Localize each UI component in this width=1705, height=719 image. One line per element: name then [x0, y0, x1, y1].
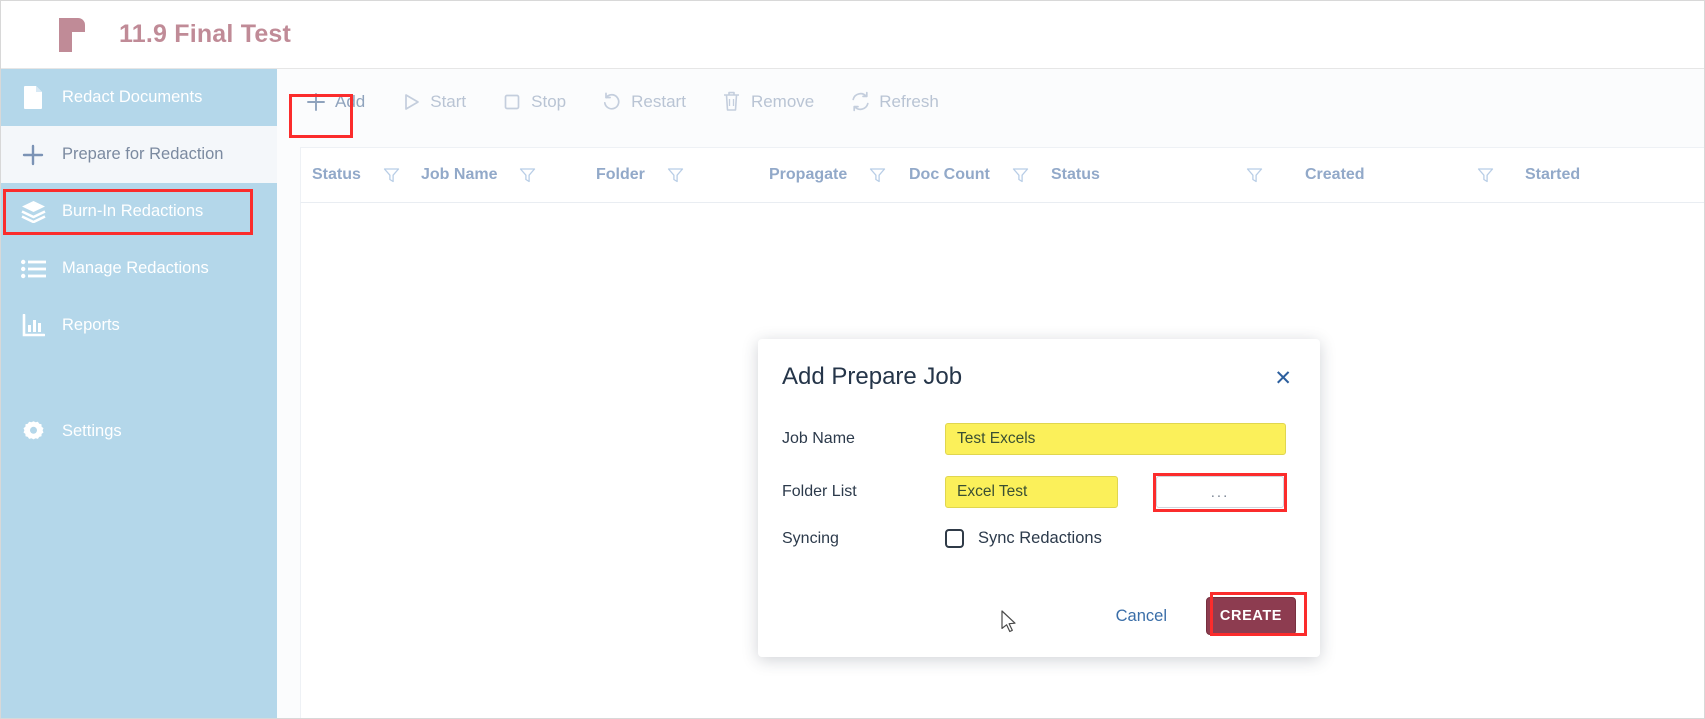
refresh-icon	[848, 91, 872, 113]
column-header-started[interactable]: Started	[1525, 147, 1645, 203]
sync-redactions-checkbox[interactable]	[945, 529, 964, 548]
sidebar-item-redact-documents[interactable]: Redact Documents	[1, 69, 277, 126]
syncing-row: Syncing Sync Redactions	[782, 529, 1296, 548]
job-name-row: Job Name	[782, 423, 1296, 455]
funnel-icon[interactable]	[519, 167, 536, 184]
folder-list-input[interactable]	[945, 476, 1118, 508]
toolbar: Add Start Stop Restart Remove Refresh	[277, 69, 1704, 134]
square-icon	[500, 91, 524, 113]
list-icon	[16, 256, 50, 282]
column-header-created[interactable]: Created	[1305, 147, 1525, 203]
funnel-icon[interactable]	[1477, 167, 1494, 184]
table-header-row: Status Job Name Folder Propagate Doc Cou…	[300, 147, 1704, 203]
job-name-input[interactable]	[945, 423, 1286, 455]
column-header-label: Created	[1305, 166, 1365, 183]
syncing-label: Syncing	[782, 529, 839, 547]
column-header-label: Propagate	[769, 166, 848, 183]
page-title: 11.9 Final Test	[119, 20, 292, 48]
document-icon	[16, 85, 50, 111]
remove-button[interactable]: Remove	[716, 83, 818, 121]
column-header-label: Status	[1051, 166, 1100, 183]
cancel-button[interactable]: Cancel	[1110, 606, 1173, 627]
folder-list-label: Folder List	[782, 483, 857, 500]
refresh-button-label: Refresh	[879, 91, 939, 111]
column-header-label: Status	[312, 166, 361, 183]
add-prepare-job-dialog: Add Prepare Job ✕ Job Name Folder List .…	[758, 339, 1320, 657]
folder-list-row: Folder List ...	[782, 476, 1296, 508]
stop-button[interactable]: Stop	[496, 83, 570, 121]
restart-button[interactable]: Restart	[596, 83, 690, 121]
funnel-icon[interactable]	[667, 167, 684, 184]
undo-icon	[600, 91, 624, 113]
plus-icon	[16, 142, 50, 168]
sidebar-item-manage-redactions[interactable]: Manage Redactions	[1, 240, 277, 297]
job-name-label: Job Name	[782, 430, 855, 447]
sidebar-item-label: Settings	[62, 422, 122, 440]
layers-icon	[16, 199, 50, 225]
sidebar-item-label: Burn-In Redactions	[62, 202, 204, 220]
column-header-label: Folder	[596, 166, 645, 183]
column-header-status-secondary[interactable]: Status	[1051, 147, 1305, 203]
add-button-label: Add	[335, 91, 366, 111]
gear-icon	[16, 419, 50, 445]
plus-icon	[304, 91, 328, 113]
sidebar-item-label: Reports	[62, 316, 120, 334]
remove-button-label: Remove	[750, 91, 815, 111]
sidebar-item-label: Prepare for Redaction	[62, 145, 224, 163]
funnel-icon[interactable]	[1246, 167, 1263, 184]
sidebar-item-label: Redact Documents	[62, 88, 203, 106]
add-button[interactable]: Add	[300, 83, 369, 121]
restart-button-label: Restart	[631, 91, 686, 111]
sidebar: Redact Documents Prepare for Redaction B…	[1, 69, 277, 718]
sidebar-item-reports[interactable]: Reports	[1, 297, 277, 354]
create-button[interactable]: CREATE	[1206, 597, 1296, 635]
browse-folder-button[interactable]: ...	[1156, 476, 1284, 508]
app-header: 11.9 Final Test	[1, 1, 1704, 69]
bar-chart-icon	[16, 313, 50, 339]
sidebar-item-settings[interactable]: Settings	[1, 403, 277, 460]
sidebar-item-prepare-for-redaction[interactable]: Prepare for Redaction	[1, 126, 277, 183]
sidebar-item-label: Manage Redactions	[62, 259, 209, 277]
dialog-title: Add Prepare Job	[782, 363, 963, 390]
column-header-doc-count[interactable]: Doc Count	[909, 147, 1051, 203]
column-header-propagate[interactable]: Propagate	[769, 147, 909, 203]
funnel-icon[interactable]	[1012, 167, 1029, 184]
trash-icon	[720, 91, 744, 113]
start-button-label: Start	[430, 91, 467, 111]
close-icon[interactable]: ✕	[1268, 367, 1298, 390]
column-header-folder[interactable]: Folder	[596, 147, 769, 203]
application-window: 11.9 Final Test Redact Documents Prepare…	[0, 0, 1705, 719]
stop-button-label: Stop	[531, 91, 567, 111]
play-icon	[399, 91, 423, 113]
r-logo-icon	[59, 17, 85, 52]
start-button[interactable]: Start	[395, 83, 470, 121]
funnel-icon[interactable]	[869, 167, 886, 184]
refresh-button[interactable]: Refresh	[844, 83, 943, 121]
column-header-job-name[interactable]: Job Name	[421, 147, 596, 203]
column-header-label: Doc Count	[909, 166, 990, 183]
funnel-icon[interactable]	[383, 167, 400, 184]
sync-redactions-label: Sync Redactions	[978, 529, 1102, 547]
column-header-status[interactable]: Status	[301, 147, 421, 203]
column-header-label: Started	[1525, 166, 1581, 183]
sidebar-item-burn-in-redactions[interactable]: Burn-In Redactions	[1, 183, 277, 240]
column-header-label: Job Name	[421, 166, 498, 183]
